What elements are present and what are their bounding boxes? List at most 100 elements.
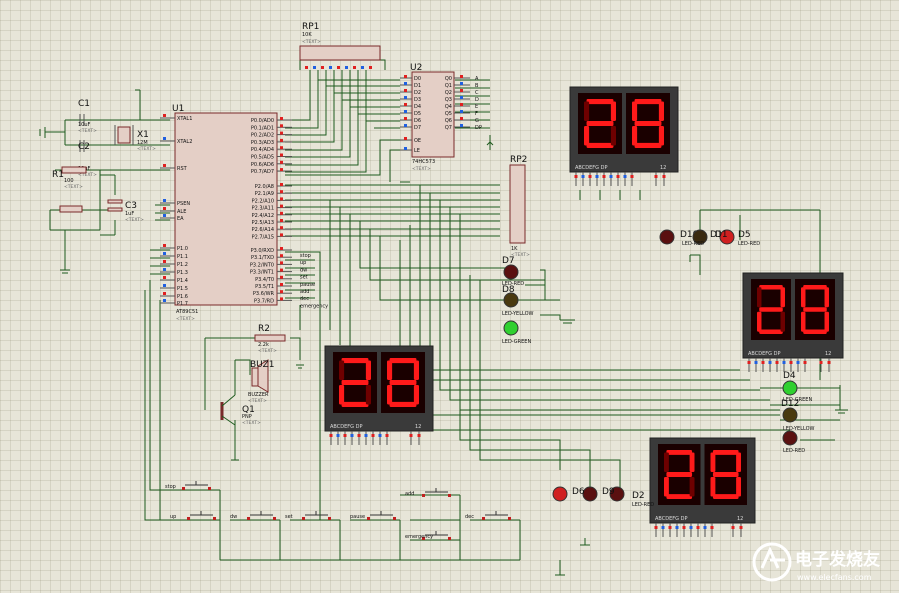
d8-label: D8 [502,285,515,295]
u2-pin-label: Q2 [445,90,452,96]
u1-pin-label: P3.5/T1 [255,284,274,290]
push-button-label: emergency [405,534,433,540]
seven-segment-display: ABCDEFG DP 12 [569,86,679,186]
u1-pin-label: P0.7/AD7 [251,169,274,175]
segment [586,120,614,127]
u1-pin-label: P0.3/AD3 [251,140,274,146]
u1-net-labels: stopupdw setpauseadddecemergency [300,253,328,309]
seven-segment-display: ABCDEFG DP 12 [324,345,434,445]
u1-pin-label: P0.0/AD0 [251,118,274,124]
segment [664,476,669,497]
segment [666,494,693,499]
d8-type: LED-YELLOW [502,311,534,317]
u1-net-label: dec [300,296,309,302]
u1-pin-label: P3.4/T0 [255,277,274,283]
segment [736,476,741,497]
segment [759,329,783,334]
push-button-set[interactable]: set [285,511,331,520]
d9-type: LED-GREEN [502,339,531,345]
display-pin-labels: ABCDEFG DP [655,516,687,522]
segment [664,452,669,473]
segment [712,494,739,499]
u2-latch: U2 74HC573 <TEXT> D0D1D2D3D4D5D6D7 OE LE Q… [400,63,482,172]
d5-label: D5 [738,230,751,240]
u2-pin-label: D6 [414,118,421,124]
segment [666,450,693,455]
rp1-text: <TEXT> [302,39,321,45]
u1-pin-label: P1.7 [177,301,188,307]
c3-value: 1uF [125,211,134,217]
u1-pin-label: P1.2 [177,262,188,268]
led-group-top-right: D10 D11 D5 LED-RED LED-RED [659,229,760,247]
u1-pin-label: P2.6/A14 [252,227,274,233]
u1-pin-label: ALE [177,209,186,215]
segment [759,307,783,312]
d6-label: D6 [572,487,585,497]
segment [586,142,614,148]
segment [389,379,417,386]
segment [387,360,393,380]
u1-net-label: dw [300,267,307,273]
segment [689,452,695,473]
segment [610,126,616,146]
u1-pin-label: P1.6 [177,294,188,300]
c1-label: C1 [78,99,90,109]
watermark-cn: 电子发烧友 [795,549,880,570]
segment [780,311,785,332]
segment [666,472,693,477]
segment [387,385,393,405]
segment [584,101,590,121]
u1-pin-label: P1.5 [177,286,188,292]
rp1-label: RP1 [302,22,319,32]
segment [710,476,716,497]
u2-pin-label: D1 [414,83,421,89]
segment [658,126,664,146]
display-pin-labels: ABCDEFG DP [575,165,607,171]
push-button-pause[interactable]: pause [350,511,396,520]
u1-net-label: add [300,289,309,295]
r1-value: 100 [64,178,74,184]
u1-net-label: stop [300,253,311,259]
segment [632,126,638,146]
u1-net-label: set [300,275,308,281]
u1-pin-label: P3.1/TXD [251,255,274,261]
segment [610,101,616,121]
schematic-canvas: RP1 10K <TEXT> U1 AT89C51 <TEXT> XTAL1 XT… [39,22,880,582]
u2-net-label: A [475,76,479,82]
display-common-label: 12 [660,165,666,171]
q1-text: <TEXT> [242,420,261,426]
push-button-emergency[interactable]: emergency [405,531,451,540]
segment [389,401,417,407]
u1-pin-label: P0.6/AD6 [251,162,274,168]
push-button-dec[interactable]: dec [465,511,511,520]
segment [803,285,827,290]
seven-segment-displays: ABCDEFG DP 12ABCDEFG DP 12ABCDEFG DP 12ABCD… [324,86,844,537]
u1-pin-label: XTAL2 [177,139,192,145]
push-button-add[interactable]: add [405,488,451,497]
push-button-label: stop [165,484,176,490]
push-button-stop[interactable]: stop [165,481,211,490]
display-common-label: 12 [825,351,831,357]
u2-pin-label: D3 [414,97,421,103]
d1-label: D1 [715,230,728,240]
segment [710,452,716,473]
push-button-up[interactable]: up [170,511,216,520]
push-button-label: up [170,514,176,520]
q1-part: PNP [242,414,252,420]
u2-pin-label: Q3 [445,97,452,103]
u2-pin-label: Q7 [445,125,452,131]
u1-pin-label: P2.5/A13 [252,220,274,226]
segment [632,101,638,121]
segment [389,358,417,364]
segment [341,358,369,364]
push-button-label: add [405,491,414,497]
segment [413,385,419,405]
segment [736,452,741,473]
u2-pin-label: D5 [414,111,421,117]
segment [339,385,345,405]
u1-pin-label: P1.3 [177,270,188,276]
push-button-dw[interactable]: dw [230,511,276,520]
u1-pin-label: P2.2/A10 [252,198,274,204]
segment [634,99,662,105]
u2-net-label: DP [475,125,482,131]
